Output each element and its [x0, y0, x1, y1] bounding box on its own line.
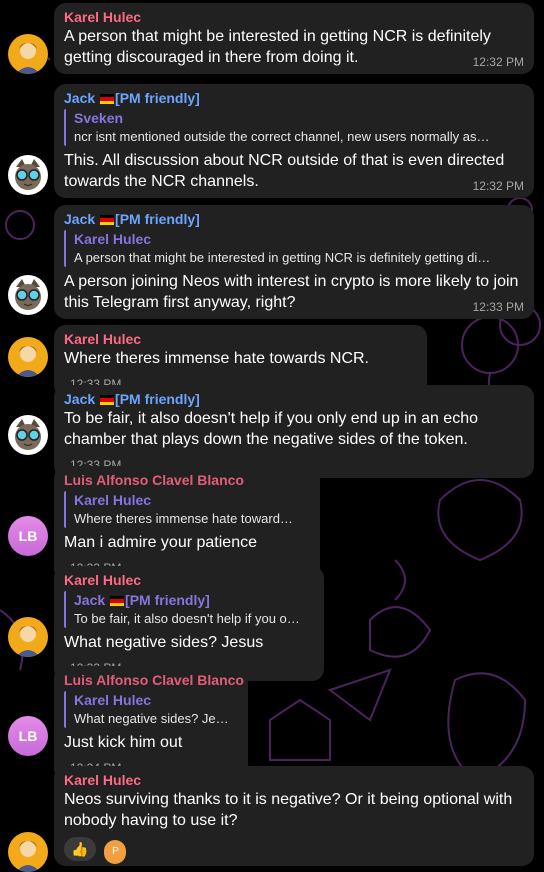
- message-bubble[interactable]: Jack [PM friendly] To be fair, it also d…: [54, 385, 534, 478]
- sender-name[interactable]: Karel Hulec: [64, 771, 524, 789]
- message-text-content: To be fair, it also doesn't help if you …: [64, 410, 478, 448]
- reply-preview[interactable]: Karel Hulec What negative sides? Je…: [64, 691, 238, 728]
- avatar[interactable]: [8, 832, 48, 872]
- message-bubble[interactable]: Karel Hulec Neos surviving thanks to it …: [54, 766, 534, 866]
- reply-name: Karel Hulec: [74, 231, 152, 247]
- person-avatar-icon: [16, 841, 40, 872]
- message-text: A person that might be interested in get…: [64, 26, 524, 69]
- avatar[interactable]: LB: [8, 516, 48, 556]
- message-text: To be fair, it also doesn't help if you …: [64, 408, 524, 472]
- reply-name: Karel Hulec: [74, 692, 152, 708]
- avatar[interactable]: LB: [8, 716, 48, 756]
- reply-text: Where theres immense hate toward…: [74, 511, 293, 526]
- sender-name[interactable]: Luis Alfonso Clavel Blanco: [64, 671, 244, 689]
- sender-name-text: Jack: [64, 90, 96, 106]
- reply-text: A person that might be interested in get…: [74, 250, 491, 265]
- sender-name[interactable]: Karel Hulec: [64, 571, 314, 589]
- message-bubble[interactable]: Jack [PM friendly] Sveken ncr isnt menti…: [54, 84, 534, 198]
- message-bubble[interactable]: Luis Alfonso Clavel Blanco Karel Hulec W…: [54, 466, 320, 581]
- sender-name[interactable]: Karel Hulec: [64, 8, 524, 26]
- avatar[interactable]: [8, 155, 48, 195]
- avatar[interactable]: [8, 275, 48, 315]
- cat-avatar-icon: [15, 159, 41, 190]
- reply-text: To be fair, it also doesn't help if you …: [74, 611, 300, 626]
- sender-suffix: [PM friendly]: [115, 90, 200, 106]
- message-bubble[interactable]: Jack [PM friendly] Karel Hulec A person …: [54, 205, 534, 319]
- reply-preview[interactable]: Jack [PM friendly] To be fair, it also d…: [64, 591, 314, 628]
- avatar[interactable]: [8, 337, 48, 377]
- avatar[interactable]: [8, 34, 48, 74]
- message-time: 12:32 PM: [472, 55, 524, 69]
- message-bubble[interactable]: Luis Alfonso Clavel Blanco Karel Hulec W…: [54, 666, 248, 781]
- message-text-content: What negative sides? Jesus: [64, 634, 264, 651]
- message-text-content: Where theres immense hate towards NCR.: [64, 350, 369, 367]
- reply-name: Sveken: [74, 110, 124, 126]
- sender-name[interactable]: Jack [PM friendly]: [64, 89, 524, 107]
- reply-preview[interactable]: Karel Hulec A person that might be inter…: [64, 230, 524, 267]
- message-text-content: A person joining Neos with interest in c…: [64, 273, 519, 311]
- sender-suffix: [PM friendly]: [115, 211, 200, 227]
- germany-flag-icon: [100, 94, 115, 104]
- reply-name-text: Jack: [74, 592, 106, 608]
- person-avatar-icon: [16, 346, 40, 377]
- avatar[interactable]: [8, 415, 48, 455]
- message-time: 12:32 PM: [472, 179, 524, 193]
- message-text: A person joining Neos with interest in c…: [64, 271, 524, 314]
- sender-name[interactable]: Luis Alfonso Clavel Blanco: [64, 471, 310, 489]
- reply-preview[interactable]: Sveken ncr isnt mentioned outside the co…: [64, 109, 524, 146]
- sender-name[interactable]: Jack [PM friendly]: [64, 390, 524, 408]
- avatar[interactable]: [8, 617, 48, 657]
- message-text-content: Man i admire your patience: [64, 534, 257, 551]
- cat-avatar-icon: [15, 279, 41, 310]
- message-text: Neos surviving thanks to it is negative?…: [64, 791, 513, 829]
- sender-suffix: [PM friendly]: [115, 391, 200, 407]
- sender-name-text: Jack: [64, 391, 96, 407]
- message-bubble[interactable]: Karel Hulec Jack [PM friendly] To be fai…: [54, 566, 324, 681]
- thumbs-up-reaction[interactable]: 👍: [64, 837, 96, 861]
- sender-name[interactable]: Jack [PM friendly]: [64, 210, 524, 228]
- reply-preview[interactable]: Karel Hulec Where theres immense hate to…: [64, 491, 310, 528]
- germany-flag-icon: [100, 395, 115, 405]
- person-avatar-icon: [16, 626, 40, 657]
- sender-name[interactable]: Karel Hulec: [64, 330, 417, 348]
- message-time: 12:33 PM: [472, 300, 524, 314]
- reply-name: Karel Hulec: [74, 492, 152, 508]
- reply-suffix: [PM friendly]: [125, 592, 210, 608]
- message-text-content: This. All discussion about NCR outside o…: [64, 152, 505, 190]
- reactions-bar: 👍 P: [64, 837, 524, 864]
- germany-flag-icon: [100, 215, 115, 225]
- reaction-p[interactable]: P: [104, 840, 127, 864]
- person-avatar-icon: [16, 43, 40, 74]
- message-text-content: A person that might be interested in get…: [64, 28, 491, 66]
- message-text: This. All discussion about NCR outside o…: [64, 150, 524, 193]
- reply-name: Jack [PM friendly]: [74, 591, 314, 609]
- sender-name-text: Jack: [64, 211, 96, 227]
- reply-text: ncr isnt mentioned outside the correct c…: [74, 129, 490, 144]
- cat-avatar-icon: [15, 419, 41, 450]
- message-bubble[interactable]: Karel Hulec A person that might be inter…: [54, 3, 534, 74]
- reply-text: What negative sides? Je…: [74, 711, 229, 726]
- germany-flag-icon: [110, 596, 125, 606]
- message-text-content: Just kick him out: [64, 734, 183, 751]
